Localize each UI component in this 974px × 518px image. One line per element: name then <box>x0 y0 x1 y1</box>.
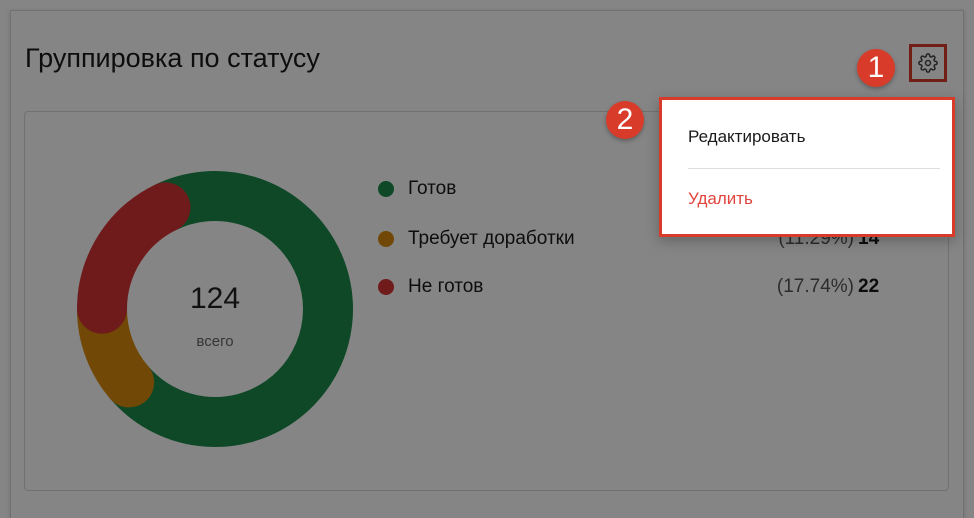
legend-count: 22 <box>858 276 880 297</box>
widget-title: Группировка по статусу <box>25 43 320 73</box>
legend-label: Не готов <box>408 276 484 297</box>
gear-icon <box>918 53 938 73</box>
legend-dot <box>378 279 394 295</box>
legend-item-not-ready: Не готов (17.74%) 22 <box>378 276 898 298</box>
step-2-badge: 2 <box>606 101 644 139</box>
edit-menu-item[interactable]: Редактировать <box>662 112 952 162</box>
total-value: 124 <box>189 282 241 315</box>
settings-dropdown-menu: Редактировать Удалить <box>659 97 955 237</box>
step-1-badge: 1 <box>857 49 895 87</box>
delete-menu-item[interactable]: Удалить <box>662 174 952 224</box>
legend-label: Готов <box>408 178 457 199</box>
legend-percent: (17.74%) <box>776 276 854 297</box>
settings-button[interactable] <box>909 44 947 82</box>
legend-dot <box>378 231 394 247</box>
menu-divider <box>688 168 940 169</box>
legend-label: Требует доработки <box>408 228 575 249</box>
legend-dot <box>378 181 394 197</box>
total-label: всего <box>196 333 234 350</box>
